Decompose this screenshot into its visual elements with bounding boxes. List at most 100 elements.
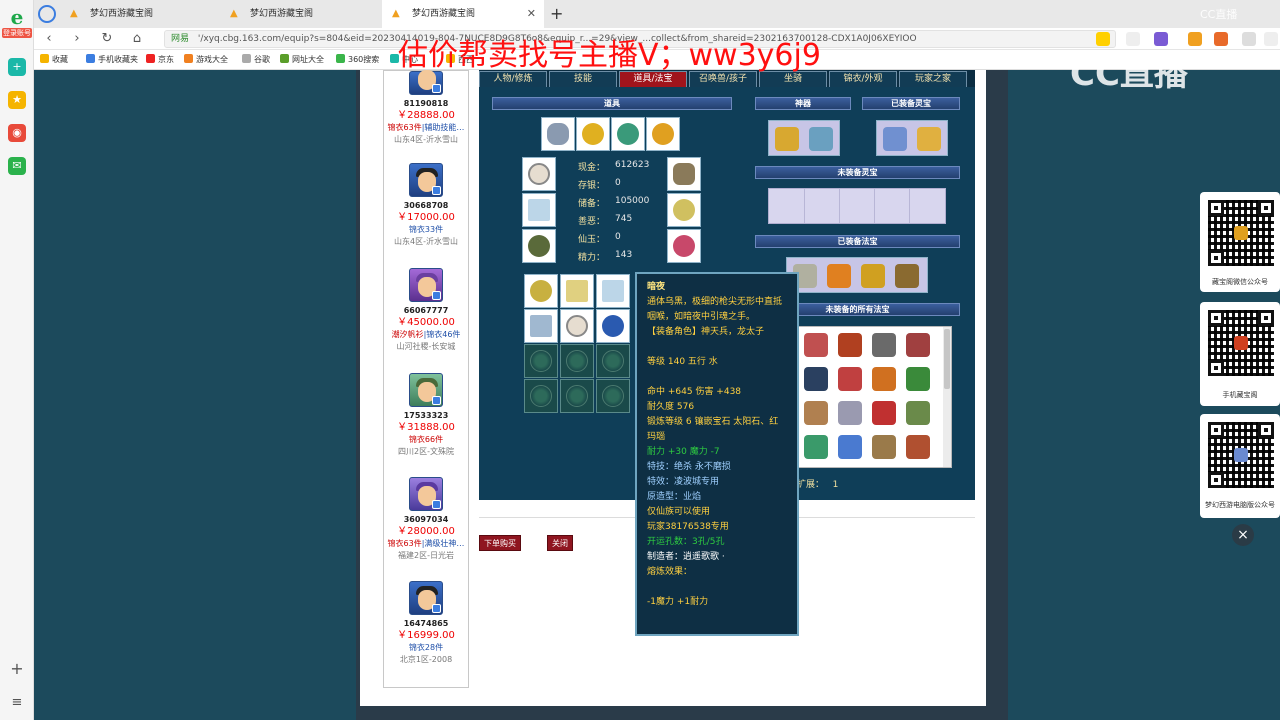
- inventory-slot-empty[interactable]: [596, 379, 630, 413]
- qr-code-icon: [1208, 310, 1274, 376]
- avatar[interactable]: [409, 373, 443, 407]
- qr-ad-mobile[interactable]: 手机藏宝阁: [1200, 302, 1280, 406]
- equip-slot-necklace[interactable]: [667, 157, 701, 191]
- bookmark-3[interactable]: 游戏大全: [184, 54, 228, 65]
- inventory-slot-empty[interactable]: [560, 379, 594, 413]
- lingbao-unequipped-box[interactable]: [768, 188, 946, 224]
- bookmark-1[interactable]: 手机收藏夹: [86, 54, 138, 65]
- lingbao-equipped-box[interactable]: [876, 120, 948, 156]
- fabao-item-icon: [804, 435, 828, 459]
- qr-ad-pc[interactable]: 梦幻西游电脑版公众号: [1200, 414, 1280, 518]
- home-icon[interactable]: ⌂: [128, 30, 146, 48]
- new-tab-button[interactable]: +: [546, 0, 566, 28]
- tab-3-active[interactable]: ▲ 梦幻西游藏宝阁 ✕: [382, 0, 544, 28]
- inventory-slot-empty[interactable]: [560, 344, 594, 378]
- tooltip-holes: 开运孔数：3孔/5孔: [647, 537, 725, 547]
- avatar[interactable]: [409, 477, 443, 511]
- equip-slot[interactable]: [576, 117, 610, 151]
- list-item-id: 17533323: [403, 411, 449, 420]
- equip-slot-belt[interactable]: [522, 229, 556, 263]
- browser-logo[interactable]: e 登录账号: [2, 6, 32, 40]
- equip-list: 81190818 ￥28888.00 锦衣63件|辅助技能… 山东4区-沂水雪山…: [383, 70, 469, 688]
- cut-icon[interactable]: [1126, 32, 1140, 46]
- weibo-icon[interactable]: ◉: [8, 124, 26, 142]
- game-icon[interactable]: [1214, 32, 1228, 46]
- list-item-tag: 锦衣63件|满级壮神…: [387, 539, 465, 548]
- back-icon[interactable]: ‹: [40, 30, 58, 48]
- equip-slot-helmet[interactable]: [522, 157, 556, 191]
- inventory-slot-empty[interactable]: [596, 344, 630, 378]
- tab-1[interactable]: ▲ 梦幻西游藏宝阁: [60, 0, 220, 28]
- star-app-icon[interactable]: ★: [8, 91, 26, 109]
- list-item-id: 36097034: [403, 515, 449, 524]
- fabao-item-icon: [838, 401, 862, 425]
- fabao-item-icon: [861, 264, 885, 288]
- avatar[interactable]: [409, 581, 443, 615]
- login-label[interactable]: 登录账号: [2, 28, 32, 38]
- inventory-slot-empty[interactable]: [524, 379, 558, 413]
- equip-slot[interactable]: [611, 117, 645, 151]
- equip-slot-weapon[interactable]: [522, 193, 556, 227]
- fabao-equipped-box[interactable]: [786, 257, 928, 293]
- avatar[interactable]: [409, 268, 443, 302]
- bookmark-4[interactable]: 谷歌: [242, 54, 270, 65]
- avatar[interactable]: [409, 70, 443, 95]
- avatar[interactable]: [409, 163, 443, 197]
- settings-icon[interactable]: [1264, 32, 1278, 46]
- list-item[interactable]: 16474865 ￥16999.00 锦衣28件 北京1区-2008: [384, 581, 468, 666]
- tab-close-icon[interactable]: ✕: [527, 0, 536, 28]
- bookmark-2[interactable]: 京东: [146, 54, 174, 65]
- inventory-slot[interactable]: [560, 274, 594, 308]
- list-item[interactable]: 81190818 ￥28888.00 锦衣63件|辅助技能… 山东4区-沂水雪山: [384, 70, 468, 146]
- inventory-slot[interactable]: [524, 274, 558, 308]
- inventory-slot-empty[interactable]: [524, 344, 558, 378]
- plus-app-icon[interactable]: +: [8, 58, 26, 76]
- equip-slot-boots[interactable]: [667, 229, 701, 263]
- inventory-slot[interactable]: [524, 309, 558, 343]
- cc-live-logo: CC直播: [1070, 54, 1188, 94]
- tab-outfit[interactable]: 锦衣/外观: [829, 71, 897, 87]
- bookmark-5[interactable]: 网址大全: [280, 54, 324, 65]
- bookmark-0[interactable]: 收藏: [40, 54, 68, 65]
- qr-code-icon: [1208, 200, 1274, 266]
- menu-icon[interactable]: ≡: [8, 694, 26, 712]
- qr-caption: 藏宝阁微信公众号: [1212, 278, 1268, 286]
- shenqi-box[interactable]: [768, 120, 840, 156]
- phone-icon: [86, 54, 95, 63]
- list-item-price: ￥28000.00: [397, 526, 455, 537]
- apps-icon[interactable]: [1242, 32, 1256, 46]
- fabao-scrollbar[interactable]: [943, 327, 951, 467]
- mail-icon[interactable]: ✉: [8, 157, 26, 175]
- qr-ad-wechat[interactable]: 藏宝阁微信公众号: [1200, 192, 1280, 292]
- inventory-slot[interactable]: [560, 309, 594, 343]
- browser-home-icon[interactable]: [38, 5, 56, 23]
- tab-favicon: ▲: [230, 8, 238, 19]
- inventory-slot[interactable]: [596, 274, 630, 308]
- add-icon[interactable]: +: [8, 660, 26, 678]
- buy-button[interactable]: 下单购买: [479, 535, 521, 551]
- list-item[interactable]: 36097034 ￥28000.00 锦衣63件|满级壮神… 福建2区-日光岩: [384, 477, 468, 562]
- extension-icon[interactable]: [1096, 32, 1110, 46]
- tab-2[interactable]: ▲ 梦幻西游藏宝阁: [220, 0, 382, 28]
- ad-close-button[interactable]: ×: [1232, 524, 1254, 546]
- fabao-item-icon: [838, 435, 862, 459]
- tab-home[interactable]: 玩家之家: [899, 71, 967, 87]
- equip-slot[interactable]: [646, 117, 680, 151]
- reload-icon[interactable]: ↻: [98, 30, 116, 48]
- extension-purple-icon[interactable]: [1154, 32, 1168, 46]
- list-item[interactable]: 66067777 ￥45000.00 潮汐帆衫|锦衣46件 山河社稷-长安城: [384, 268, 468, 353]
- equip-slot[interactable]: [541, 117, 575, 151]
- close-button[interactable]: 关闭: [547, 535, 573, 551]
- bookmark-6[interactable]: 360搜索: [336, 54, 379, 65]
- list-item-server: 山河社稷-长安城: [396, 342, 456, 351]
- tooltip-tech: 特技：绝杀 永不磨损: [647, 462, 731, 472]
- fabao-unequipped-box[interactable]: [797, 326, 952, 468]
- list-item[interactable]: 17533323 ￥31888.00 锦衣66件 四川2区-文殊院: [384, 373, 468, 458]
- forward-icon[interactable]: ›: [68, 30, 86, 48]
- inventory-slot[interactable]: [596, 309, 630, 343]
- list-item[interactable]: 30668708 ￥17000.00 锦衣33件 山东4区-沂水雪山: [384, 163, 468, 248]
- tooltip-maker: 制造者：逍遥歌歌 ·: [647, 552, 725, 562]
- equip-slot-armor[interactable]: [667, 193, 701, 227]
- stat-label: 存银：: [578, 181, 606, 191]
- shield-icon[interactable]: [1188, 32, 1202, 46]
